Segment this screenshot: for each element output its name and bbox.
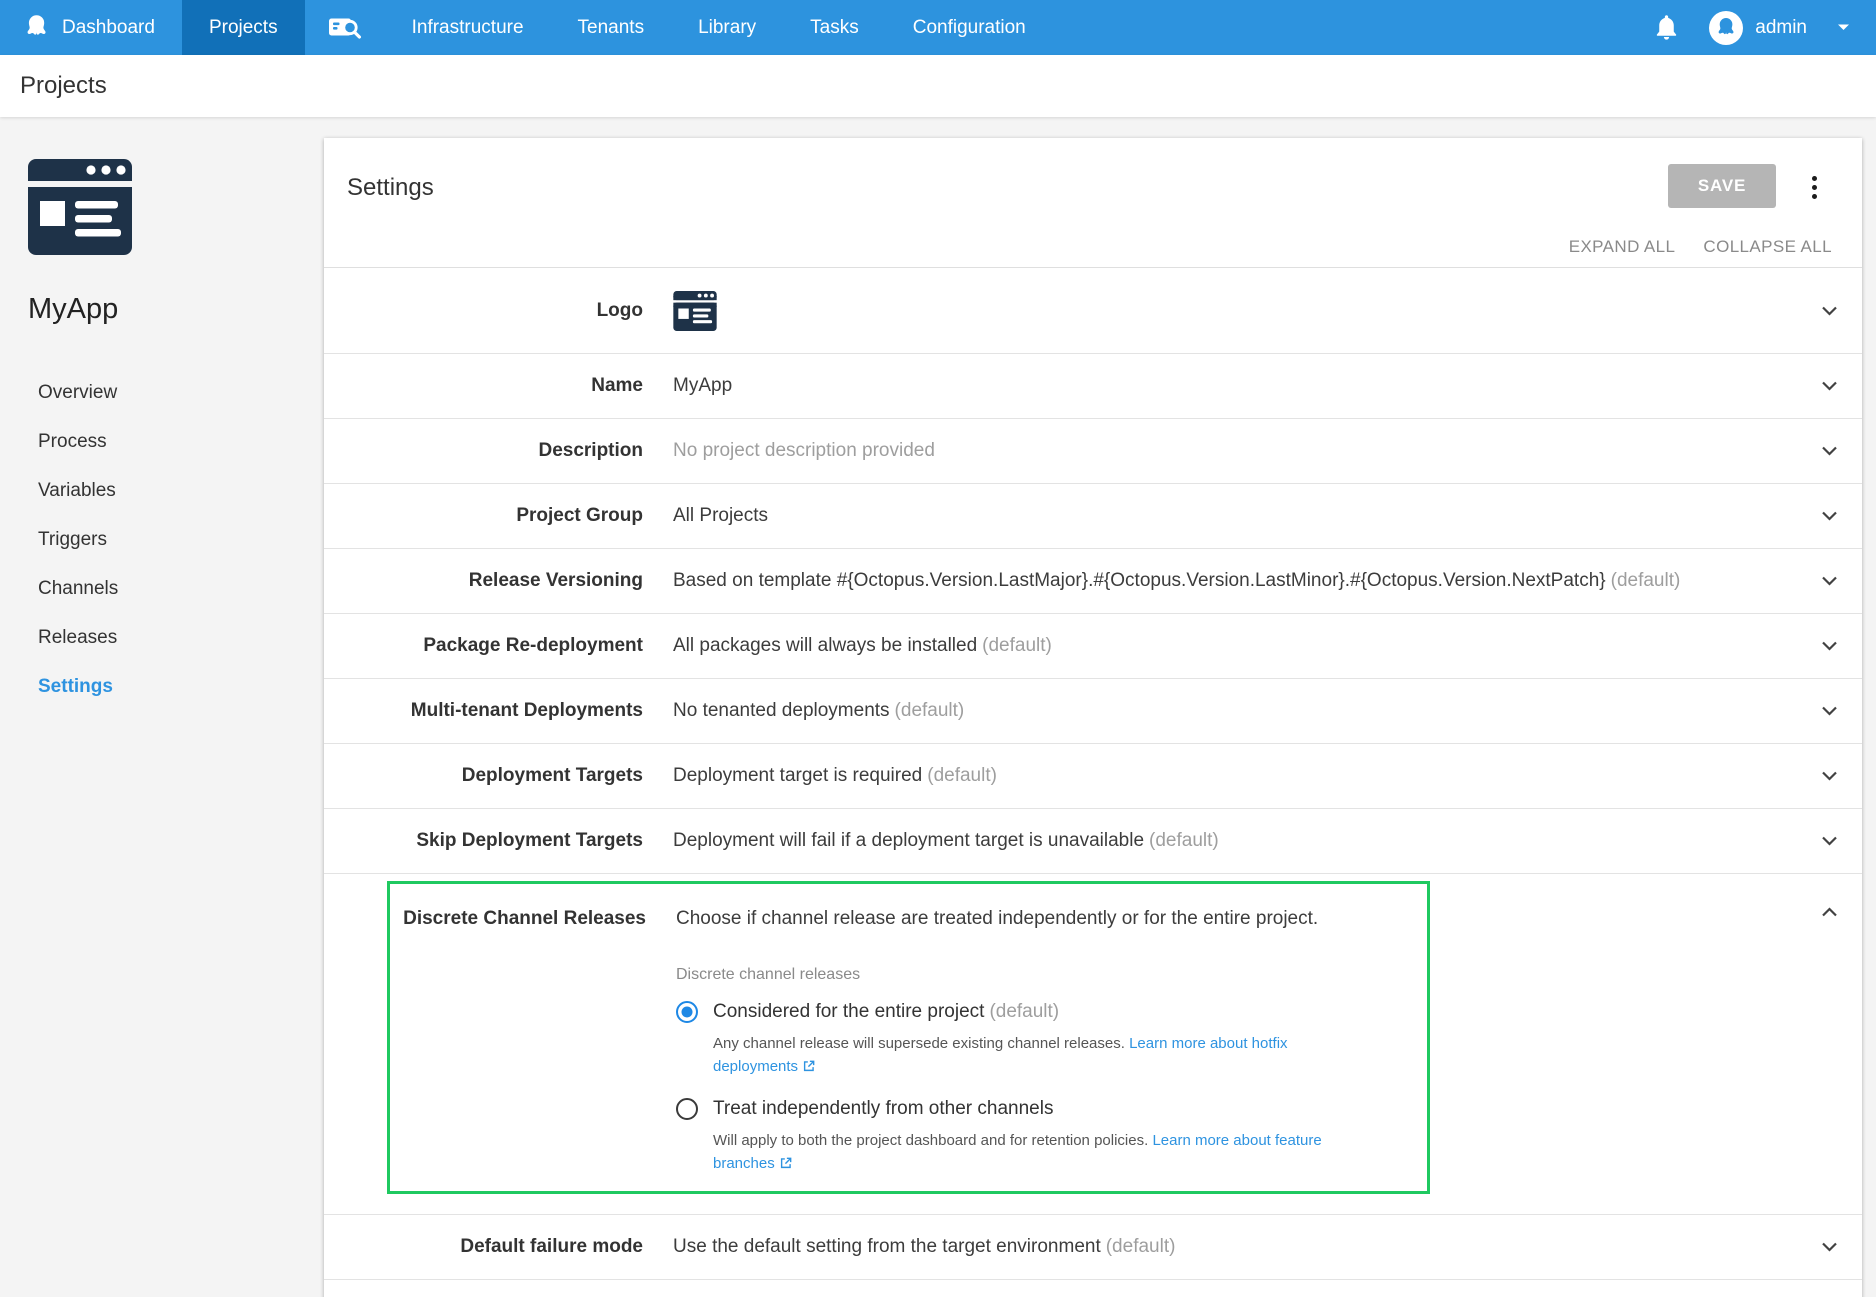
project-search-icon bbox=[327, 15, 363, 41]
nav-project-search-button[interactable] bbox=[305, 0, 385, 55]
project-sidebar: MyApp Overview Process Variables Trigger… bbox=[0, 117, 324, 1297]
nav-item-label: Projects bbox=[209, 17, 278, 39]
overflow-menu-icon[interactable] bbox=[1798, 169, 1830, 205]
settings-row-discrete-channel-releases[interactable]: Discrete Channel Releases Choose if chan… bbox=[324, 874, 1862, 1215]
chevron-down-icon[interactable] bbox=[1821, 511, 1838, 522]
settings-row-deployment-targets[interactable]: Deployment Targets Deployment target is … bbox=[324, 744, 1862, 809]
settings-row-is-disabled[interactable]: Is Disabled No(default) bbox=[324, 1280, 1862, 1297]
settings-row-description[interactable]: Description No project description provi… bbox=[324, 419, 1862, 484]
octopus-logo-icon bbox=[24, 14, 49, 41]
chevron-down-icon[interactable] bbox=[1821, 576, 1838, 587]
sidebar-item-process[interactable]: Process bbox=[28, 417, 324, 466]
project-logo-small bbox=[673, 291, 717, 331]
nav-item-dashboard[interactable]: Dashboard bbox=[0, 0, 182, 55]
nav-item-library[interactable]: Library bbox=[671, 0, 783, 55]
chevron-down-icon[interactable] bbox=[1821, 706, 1838, 717]
chevron-down-icon[interactable] bbox=[1821, 381, 1838, 392]
breadcrumb: Projects bbox=[20, 72, 107, 100]
chevron-down-icon[interactable] bbox=[1821, 446, 1838, 457]
settings-card: Settings SAVE EXPAND ALL COLLAPSE ALL Lo… bbox=[324, 138, 1862, 1297]
user-menu-caret-icon[interactable] bbox=[1837, 23, 1850, 32]
chevron-down-icon[interactable] bbox=[1821, 1242, 1838, 1253]
page-title: Settings bbox=[347, 174, 434, 202]
chevron-down-icon[interactable] bbox=[1821, 305, 1838, 316]
user-menu[interactable]: admin bbox=[1709, 11, 1807, 45]
sidebar-menu: Overview Process Variables Triggers Chan… bbox=[28, 368, 324, 711]
external-link-icon bbox=[779, 1154, 793, 1177]
nav-item-label: Tasks bbox=[810, 17, 859, 39]
sidebar-item-settings[interactable]: Settings bbox=[28, 662, 324, 711]
radio-selected-icon[interactable] bbox=[676, 1001, 698, 1023]
chevron-down-icon[interactable] bbox=[1821, 641, 1838, 652]
nav-item-label: Library bbox=[698, 17, 756, 39]
nav-item-tenants[interactable]: Tenants bbox=[551, 0, 672, 55]
sidebar-item-variables[interactable]: Variables bbox=[28, 466, 324, 515]
settings-row-release-versioning[interactable]: Release Versioning Based on template #{O… bbox=[324, 549, 1862, 614]
collapse-all-button[interactable]: COLLAPSE ALL bbox=[1703, 237, 1832, 257]
external-link-icon bbox=[802, 1057, 816, 1080]
sidebar-item-releases[interactable]: Releases bbox=[28, 613, 324, 662]
nav-item-infrastructure[interactable]: Infrastructure bbox=[385, 0, 551, 55]
settings-row-multitenant-deployments[interactable]: Multi-tenant Deployments No tenanted dep… bbox=[324, 679, 1862, 744]
breadcrumb-bar: Projects bbox=[0, 55, 1876, 117]
expand-all-button[interactable]: EXPAND ALL bbox=[1569, 237, 1676, 257]
chevron-up-icon[interactable] bbox=[1821, 907, 1838, 918]
radio-option-treat-independently[interactable]: Treat independently from other channels bbox=[676, 1098, 1376, 1120]
chevron-down-icon[interactable] bbox=[1821, 836, 1838, 847]
app-window: Dashboard Projects Infrastructure Tenant… bbox=[0, 0, 1876, 1297]
nav-item-label: Configuration bbox=[913, 17, 1026, 39]
radio-unselected-icon[interactable] bbox=[676, 1098, 698, 1120]
username-label: admin bbox=[1755, 17, 1807, 39]
nav-item-projects[interactable]: Projects bbox=[182, 0, 305, 55]
notifications-bell-icon[interactable] bbox=[1654, 14, 1679, 41]
nav-item-label: Infrastructure bbox=[412, 17, 524, 39]
settings-card-header: Settings SAVE EXPAND ALL COLLAPSE ALL bbox=[324, 138, 1862, 268]
project-name: MyApp bbox=[28, 293, 324, 326]
radio-group-label: Discrete channel releases bbox=[676, 966, 1376, 984]
settings-row-project-group[interactable]: Project Group All Projects bbox=[324, 484, 1862, 549]
sidebar-item-triggers[interactable]: Triggers bbox=[28, 515, 324, 564]
project-logo bbox=[28, 159, 132, 255]
chevron-down-icon[interactable] bbox=[1821, 771, 1838, 782]
section-summary: Choose if channel release are treated in… bbox=[676, 908, 1376, 930]
sidebar-item-overview[interactable]: Overview bbox=[28, 368, 324, 417]
user-avatar bbox=[1709, 11, 1743, 45]
nav-right-group: admin bbox=[1654, 0, 1876, 55]
settings-row-logo[interactable]: Logo bbox=[324, 268, 1862, 354]
nav-item-configuration[interactable]: Configuration bbox=[886, 0, 1053, 55]
nav-item-tasks[interactable]: Tasks bbox=[783, 0, 886, 55]
settings-row-package-redeployment[interactable]: Package Re-deployment All packages will … bbox=[324, 614, 1862, 679]
radio-option-entire-project[interactable]: Considered for the entire project(defaul… bbox=[676, 1001, 1376, 1023]
settings-row-name[interactable]: Name MyApp bbox=[324, 354, 1862, 419]
nav-item-label: Tenants bbox=[578, 17, 645, 39]
sidebar-item-channels[interactable]: Channels bbox=[28, 564, 324, 613]
highlight-outline: Discrete Channel Releases Choose if chan… bbox=[387, 881, 1430, 1194]
top-navigation: Dashboard Projects Infrastructure Tenant… bbox=[0, 0, 1876, 55]
settings-row-default-failure-mode[interactable]: Default failure mode Use the default set… bbox=[324, 1215, 1862, 1280]
save-button[interactable]: SAVE bbox=[1668, 164, 1776, 208]
nav-item-label: Dashboard bbox=[62, 17, 155, 39]
settings-row-skip-deployment-targets[interactable]: Skip Deployment Targets Deployment will … bbox=[324, 809, 1862, 874]
